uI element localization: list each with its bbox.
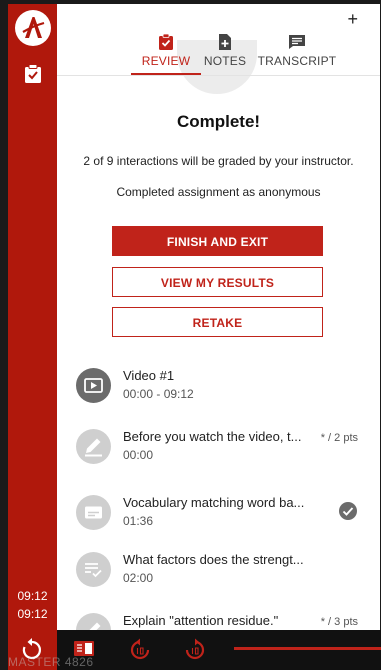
app-logo[interactable] <box>15 10 51 46</box>
list-item[interactable]: Video #1 00:00 - 09:12 <box>57 361 380 411</box>
tab-divider <box>57 75 380 76</box>
list-item[interactable]: Before you watch the video, t... 00:00 *… <box>57 422 380 472</box>
rewind-10-button[interactable] <box>129 638 151 660</box>
clipboard-check-icon <box>159 34 173 50</box>
anonymous-info: Completed assignment as anonymous <box>116 185 321 199</box>
total-time: 09:12 <box>17 607 48 621</box>
item-title: Explain "attention residue." <box>123 613 279 628</box>
item-title: What factors does the strengt... <box>123 552 304 567</box>
pencil-icon <box>76 613 111 630</box>
logo-a-icon <box>16 11 50 45</box>
forward-10-button[interactable] <box>184 638 206 660</box>
checklist-icon <box>76 552 111 587</box>
forward-10-icon <box>185 638 205 660</box>
tab-review[interactable]: REVIEW <box>131 34 201 75</box>
note-add-icon <box>219 34 231 50</box>
rewind-10-icon <box>130 638 150 660</box>
item-points: * / 2 pts <box>320 432 358 444</box>
assignment-check-icon[interactable] <box>24 64 42 84</box>
item-time: 00:00 <box>123 448 154 462</box>
item-title: Video #1 <box>123 368 175 383</box>
graded-info: 2 of 9 interactions will be graded by yo… <box>83 154 354 168</box>
item-time: 00:00 - 09:12 <box>123 387 194 401</box>
list-item[interactable]: Explain "attention residue." * / 3 pts <box>57 606 380 630</box>
retake-button[interactable]: RETAKE <box>112 307 323 337</box>
completed-check-icon <box>339 502 357 520</box>
item-points: * / 3 pts <box>320 616 358 628</box>
pencil-icon <box>76 429 111 464</box>
item-time: 01:36 <box>123 514 154 528</box>
elapsed-time: 09:12 <box>17 589 48 603</box>
tab-bar: REVIEW NOTES TRANSCRIPT <box>57 34 380 76</box>
matching-icon <box>76 495 111 530</box>
tab-review-label: REVIEW <box>141 54 191 68</box>
list-item[interactable]: What factors does the strengt... 02:00 <box>57 545 380 595</box>
video-icon <box>76 368 111 403</box>
tab-notes-label: NOTES <box>203 54 247 68</box>
add-button[interactable]: + <box>347 10 358 28</box>
review-panel: + REVIEW NOTES TRANSCRIPT Complete! 2 of… <box>57 4 380 630</box>
item-title: Vocabulary matching word ba... <box>123 495 305 510</box>
completion-title: Complete! <box>176 112 261 131</box>
watermark: MASTER 4826 <box>8 655 94 669</box>
left-rail: 09:12 09:12 <box>8 4 57 630</box>
tab-transcript-label: TRANSCRIPT <box>257 54 337 68</box>
item-title: Before you watch the video, t... <box>123 429 302 444</box>
playback-progress[interactable] <box>234 647 381 650</box>
transcript-icon <box>289 35 305 49</box>
tab-notes[interactable]: NOTES <box>199 34 251 68</box>
list-item[interactable]: Vocabulary matching word ba... 01:36 <box>57 488 380 538</box>
finish-and-exit-button[interactable]: FINISH AND EXIT <box>112 226 323 256</box>
item-time: 02:00 <box>123 571 154 585</box>
tab-transcript[interactable]: TRANSCRIPT <box>257 34 337 68</box>
view-results-button[interactable]: VIEW MY RESULTS <box>112 267 323 297</box>
